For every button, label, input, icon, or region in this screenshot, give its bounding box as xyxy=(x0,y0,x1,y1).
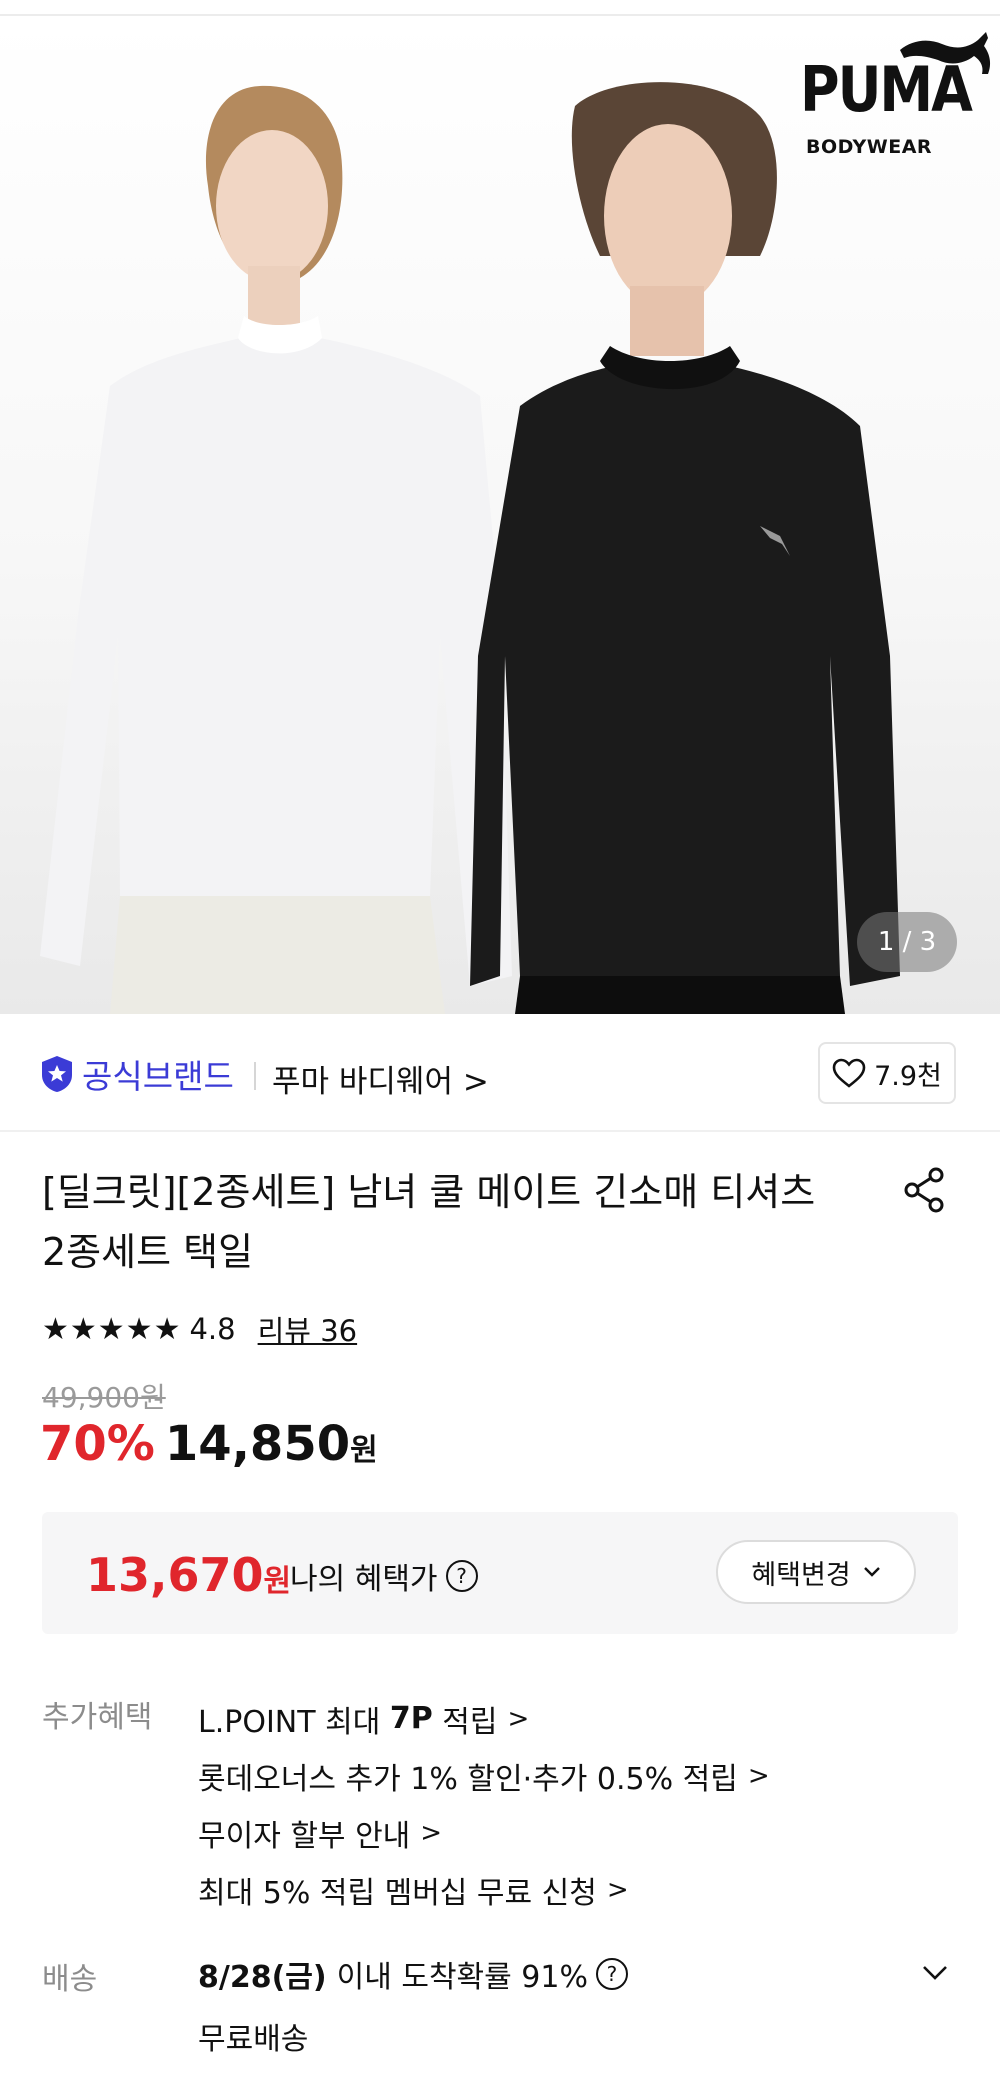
chevron-right-icon: > xyxy=(420,1817,443,1848)
chevron-right-icon: > xyxy=(747,1760,770,1791)
benefit-price: 13,670 원 xyxy=(86,1548,291,1602)
change-benefit-button[interactable]: 혜택변경 xyxy=(716,1540,916,1604)
benefit-price-label-text: 나의 혜택가 xyxy=(290,1562,438,1597)
store-name-link[interactable]: 푸마 바디웨어 > xyxy=(272,1056,489,1101)
extra-benefits-label: 추가혜택 xyxy=(42,1700,153,1735)
store-separator xyxy=(254,1062,256,1090)
product-title-line2: 2종세트 택일 xyxy=(42,1230,254,1274)
star-rating-icons: ★★★★★ xyxy=(42,1311,182,1347)
extra-benefits-list: L.POINT 최대 7P 적립 > 롯데오너스 추가 1% 할인·추가 0.5… xyxy=(198,1690,770,1918)
benefit-item-membership[interactable]: 최대 5% 적립 멤버십 무료 신청 > xyxy=(198,1861,770,1918)
chevron-down-icon xyxy=(863,1567,880,1577)
benefit-price-label: 나의 혜택가 ? xyxy=(290,1554,478,1598)
brand-logo-subtext: BODYWEAR xyxy=(806,136,933,158)
product-image-gallery[interactable]: PUMA BODYWEAR 1 / 3 xyxy=(0,16,1000,1014)
sale-price-unit: 원 xyxy=(350,1433,378,1468)
chevron-right-icon: > xyxy=(606,1874,629,1905)
chevron-right-icon: > xyxy=(507,1703,530,1734)
benefit-price-unit: 원 xyxy=(263,1564,292,1599)
shipping-date: 8/28(금) xyxy=(198,1960,327,1995)
shipping-fee: 무료배송 xyxy=(198,2022,309,2057)
benefit-item-text: 롯데오너스 추가 1% 할인·추가 0.5% 적립 xyxy=(198,1761,738,1797)
help-icon[interactable]: ? xyxy=(595,1958,628,1990)
benefit-item-text: L.POINT 최대 xyxy=(198,1704,390,1740)
shipping-estimate: 8/28(금) 이내 도착확률 91% ? xyxy=(198,1952,628,1996)
model-woman xyxy=(40,85,512,1014)
official-brand-label: 공식브랜드 xyxy=(82,1057,234,1096)
share-icon[interactable] xyxy=(900,1165,950,1215)
shipping-text: 이내 도착확률 91% xyxy=(336,1960,588,1995)
benefit-item-lpoint[interactable]: L.POINT 최대 7P 적립 > xyxy=(198,1690,770,1747)
benefit-item-text: 적립 xyxy=(432,1704,498,1740)
rating-row: ★★★★★ 4.8 리뷰 36 xyxy=(42,1308,357,1350)
benefit-price-value: 13,670 xyxy=(86,1548,264,1602)
original-price: 49,900원 xyxy=(42,1381,166,1414)
chevron-down-icon[interactable] xyxy=(920,1958,950,1988)
change-benefit-label: 혜택변경 xyxy=(751,1559,851,1591)
review-link[interactable]: 리뷰 36 xyxy=(258,1308,357,1350)
brand-logo-text: PUMA xyxy=(800,53,973,126)
discount-rate: 70% xyxy=(40,1416,155,1472)
brand-logo: PUMA BODYWEAR xyxy=(780,16,1000,166)
heart-icon xyxy=(832,1058,866,1088)
like-count: 7.9천 xyxy=(874,1060,942,1092)
official-brand-badge: 공식브랜드 xyxy=(40,1050,234,1098)
benefit-item-installment[interactable]: 무이자 할부 안내 > xyxy=(198,1804,770,1861)
product-title-line1: [딜크릿][2종세트] 남녀 쿨 메이트 긴소매 티셔츠 xyxy=(42,1170,816,1214)
product-title: [딜크릿][2종세트] 남녀 쿨 메이트 긴소매 티셔츠 2종세트 택일 xyxy=(42,1162,882,1282)
top-divider xyxy=(0,0,1000,16)
image-counter: 1 / 3 xyxy=(857,912,957,972)
model-man xyxy=(470,82,900,1014)
price-row: 70% 14,850 원 xyxy=(40,1416,378,1472)
shipping-label: 배송 xyxy=(42,1962,98,1997)
rating-value: 4.8 xyxy=(189,1312,236,1346)
sale-price: 14,850 xyxy=(164,1416,351,1472)
help-icon[interactable]: ? xyxy=(445,1560,478,1592)
benefit-item-text: 무이자 할부 안내 xyxy=(198,1818,411,1854)
benefit-item-lotte-owners[interactable]: 롯데오너스 추가 1% 할인·추가 0.5% 적립 > xyxy=(198,1747,770,1804)
like-button[interactable]: 7.9천 xyxy=(818,1042,956,1104)
benefit-item-bold: 7P xyxy=(389,1701,433,1736)
benefit-price-box: 13,670 원 나의 혜택가 ? 혜택변경 xyxy=(42,1512,958,1634)
benefit-item-text: 최대 5% 적립 멤버십 무료 신청 xyxy=(198,1875,597,1911)
official-shield-icon xyxy=(42,1056,72,1092)
store-row: 공식브랜드 푸마 바디웨어 > 7.9천 xyxy=(0,1014,1000,1132)
